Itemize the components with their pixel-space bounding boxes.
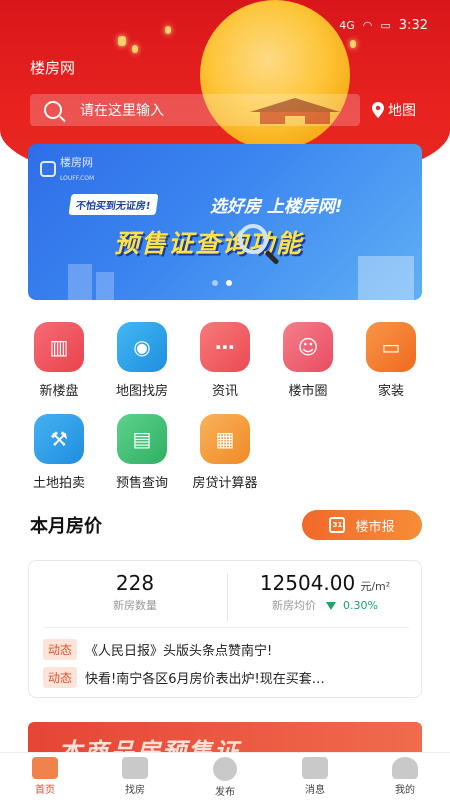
menu-mortgage-calculator[interactable]: ▦ 房贷计算器	[185, 414, 265, 491]
tab-label: 首页	[35, 785, 55, 796]
menu-label: 资讯	[211, 384, 238, 399]
news-tag: 动态	[43, 667, 78, 688]
price-card: 228 新房数量 12504.00 元/m² 新房均价 0.30% 动态 《人民…	[28, 560, 422, 698]
battery-icon: ▭	[380, 19, 391, 32]
tab-home[interactable]: 首页	[0, 753, 90, 800]
menu-label: 地图找房	[115, 384, 168, 399]
gavel-icon: ⚒	[34, 414, 84, 464]
building-decoration	[68, 264, 92, 300]
stat-divider	[227, 573, 228, 621]
avg-price-value: 12504.00	[259, 571, 356, 595]
bottom-tab-bar: 首页 找房 发布 消息 我的	[0, 752, 450, 800]
moon-decoration	[200, 0, 350, 150]
map-pin-icon: ◉	[117, 322, 167, 372]
menu-news[interactable]: ⋯ 资讯	[185, 322, 265, 399]
news-item[interactable]: 动态 快看!南宁各区6月房价表出炉!现在买套…	[43, 667, 413, 688]
home-icon	[32, 757, 58, 779]
section-title-monthly-price: 本月房价	[30, 516, 102, 537]
banner-logo: 楼房网 LOUFF.COM	[40, 154, 94, 183]
news-item[interactable]: 动态 《人民日报》头版头条点赞南宁!	[43, 639, 413, 660]
news-text: 快看!南宁各区6月房价表出炉!现在买套…	[85, 672, 325, 687]
lantern-decoration	[132, 45, 138, 53]
lantern-decoration	[118, 36, 126, 46]
banner-logo-sub: LOUFF.COM	[60, 175, 95, 182]
sofa-icon: ▭	[366, 322, 416, 372]
building-icon: ▥	[34, 322, 84, 372]
market-report-button[interactable]: 31 楼市报	[302, 510, 422, 540]
map-button[interactable]: 地图	[372, 100, 416, 120]
status-bar: 4G ◠ ▭ 3:32	[339, 18, 428, 33]
magnifier-icon	[238, 224, 268, 254]
avg-price-label: 新房均价	[272, 599, 317, 612]
wifi-icon: ◠	[362, 19, 373, 32]
app-title: 楼房网	[30, 59, 76, 77]
search-placeholder: 请在这里输入	[80, 103, 164, 119]
menu-decoration[interactable]: ▭ 家装	[351, 322, 431, 399]
palace-decoration	[250, 98, 340, 124]
menu-presale-query[interactable]: ▤ 预售查询	[102, 414, 182, 491]
building-icon	[122, 757, 148, 779]
banner-headline: 预售证查询功能	[114, 229, 304, 258]
new-count-label: 新房数量	[113, 599, 157, 612]
news-text: 《人民日报》头版头条点赞南宁!	[85, 644, 273, 659]
message-icon	[302, 757, 328, 779]
price-change: 0.30%	[343, 599, 378, 612]
user-icon	[392, 757, 418, 779]
banner-logo-text: 楼房网	[60, 156, 93, 169]
banner-slogan: 选好房 上楼房网!	[210, 197, 343, 217]
menu-new-buildings[interactable]: ▥ 新楼盘	[19, 322, 99, 399]
id-card-icon: ▤	[117, 414, 167, 464]
menu-land-auction[interactable]: ⚒ 土地拍卖	[19, 414, 99, 491]
lantern-decoration	[350, 40, 356, 48]
plus-icon	[213, 757, 237, 781]
building-decoration	[96, 272, 114, 300]
chat-bubble-icon: ⋯	[200, 322, 250, 372]
down-arrow-icon	[325, 602, 336, 610]
menu-label: 预售查询	[115, 476, 168, 491]
calculator-icon: ▦	[200, 414, 250, 464]
logo-icon	[40, 160, 56, 177]
lantern-decoration	[165, 26, 171, 34]
tab-profile[interactable]: 我的	[360, 753, 450, 800]
divider	[43, 627, 409, 628]
market-report-label: 楼市报	[355, 519, 395, 535]
menu-label: 家装	[377, 384, 404, 399]
status-time: 3:32	[398, 18, 428, 33]
signal-icon: 4G	[339, 19, 355, 32]
avg-price-unit: 元/m²	[360, 580, 391, 593]
banner-tag: 不怕买到无证房!	[68, 194, 159, 215]
menu-label: 土地拍卖	[32, 476, 85, 491]
menu-map-search[interactable]: ◉ 地图找房	[102, 322, 182, 399]
menu-label: 楼市圈	[288, 384, 328, 399]
average-price[interactable]: 12504.00 元/m² 新房均价 0.30%	[235, 571, 415, 613]
new-count-value: 228	[115, 571, 155, 595]
menu-market-circle[interactable]: ☺ 楼市圈	[268, 322, 348, 399]
smile-bubble-icon: ☺	[283, 322, 333, 372]
tab-label: 发布	[215, 787, 235, 798]
map-label: 地图	[388, 103, 416, 119]
tab-find-house[interactable]: 找房	[90, 753, 180, 800]
tab-label: 我的	[395, 785, 415, 796]
new-house-count[interactable]: 228 新房数量	[85, 571, 185, 613]
calendar-icon: 31	[329, 517, 346, 533]
tab-label: 找房	[125, 785, 145, 796]
promo-banner[interactable]: 楼房网 LOUFF.COM 不怕买到无证房! 选好房 上楼房网! 预售证查询功能	[28, 144, 422, 300]
tab-messages[interactable]: 消息	[270, 753, 360, 800]
carousel-dot[interactable]	[212, 280, 218, 286]
tab-label: 消息	[305, 785, 325, 796]
carousel-dot-active[interactable]	[226, 280, 232, 286]
news-tag: 动态	[43, 639, 78, 660]
menu-label: 新楼盘	[39, 384, 79, 399]
search-icon	[44, 101, 62, 119]
document-decoration	[358, 256, 414, 300]
carousel-indicator	[212, 280, 232, 286]
menu-label: 房贷计算器	[192, 476, 258, 491]
map-pin-icon	[372, 102, 384, 118]
tab-publish[interactable]: 发布	[180, 753, 270, 800]
